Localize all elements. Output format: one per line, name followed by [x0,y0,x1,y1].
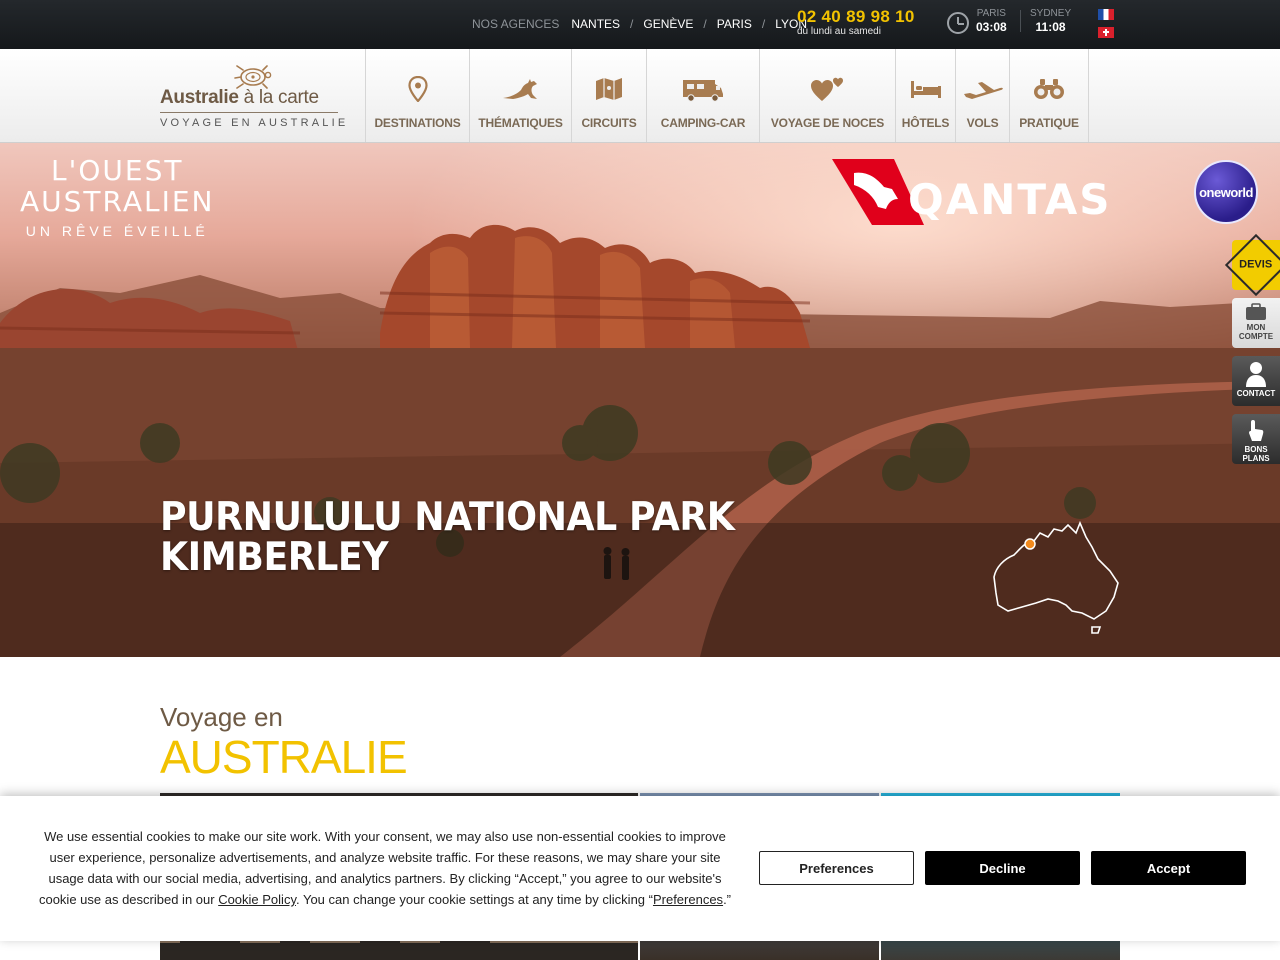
logo-brand-rest: à la carte [238,87,319,108]
nav-hotels[interactable]: HÔTELS [895,49,955,142]
flag-france-icon[interactable] [1098,9,1114,20]
nav-icon-wrap [501,71,541,107]
logo-brand-bold: Australie [160,87,239,108]
timezone-time: 03:08 [976,20,1007,34]
nav-icon-wrap [910,71,942,107]
flag-switzerland-icon[interactable] [1098,27,1114,38]
pointing-hand-icon [1249,420,1264,441]
timezone-city: PARIS [976,8,1006,19]
agency-link-paris[interactable]: PARIS [717,17,752,31]
divider [1020,10,1021,32]
promo-headline[interactable]: L'OUEST AUSTRALIEN UN RÊVE ÉVEILLÉ [20,154,215,240]
oneworld-logo: oneworld [1194,160,1258,224]
good-deals-tab[interactable]: BONS PLANS [1232,414,1280,464]
nav-destinations[interactable]: DESTINATIONS [365,49,469,142]
nav-circuits[interactable]: CIRCUITS [571,49,646,142]
promo-line-2: AUSTRALIEN [20,185,215,218]
nav-label: HÔTELS [901,116,950,130]
bons-plans-line-2: PLANS [1242,454,1270,463]
separator: / [703,17,707,31]
section-title-small: Voyage en [160,702,283,732]
airline-name: QANTAS [908,175,1112,224]
nav-label: PRATIQUE [1019,116,1079,130]
phone-number[interactable]: 02 40 89 98 10 [797,8,915,26]
kangaroo-icon [502,79,537,99]
section-title-big: AUSTRALIE [160,731,408,783]
clock-icon [947,12,969,34]
main-navigation: DESTINATIONS THÉMATIQUES CIRCUITS CAMPIN… [365,49,1089,142]
nav-icon-wrap [595,71,623,107]
cookie-text-part-2: . You can change your cookie settings at… [295,892,653,907]
airplane-icon [963,82,1003,99]
cookie-text-part-3: .” [723,892,732,907]
phone-block[interactable]: 02 40 89 98 10 du lundi au samedi [797,8,915,38]
timezone-sydney: SYDNEY 11:08 [1030,8,1071,34]
my-account-tab[interactable]: MON COMPTE [1232,298,1280,348]
nav-label: VOLS [966,116,999,130]
agencies-list: NOS AGENCES NANTES / GENÈVE / PARIS / LY… [472,17,807,31]
nav-icon-wrap [407,71,428,107]
cookie-preferences-button[interactable]: Preferences [759,851,914,885]
hearts-icon [810,77,843,101]
nav-label: CIRCUITS [581,116,637,130]
nav-vols[interactable]: VOLS [955,49,1009,142]
nav-pratique[interactable]: PRATIQUE [1009,49,1089,142]
bons-plans-line-1: BONS [1244,445,1268,454]
phone-hours: du lundi au samedi [797,26,881,37]
cookie-decline-button[interactable]: Decline [925,851,1080,885]
cookie-message: We use essential cookies to make our sit… [36,826,734,910]
map-pin-icon [407,76,428,102]
binoculars-icon [1034,79,1064,99]
main-header: Australie à la carte VOYAGE EN AUSTRALIE… [0,49,1280,143]
bed-icon [910,81,941,98]
nav-thematiques[interactable]: THÉMATIQUES [469,49,571,142]
folded-map-icon [596,78,622,100]
logo-underline [160,112,338,113]
briefcase-icon [1246,303,1266,320]
nav-label: VOYAGE DE NOCES [770,116,885,130]
cookie-consent-banner: We use essential cookies to make our sit… [0,796,1280,941]
quote-request-tab[interactable]: DEVIS [1224,233,1280,297]
account-label-line-1: MON [1246,323,1266,332]
logo-tagline: VOYAGE EN AUSTRALIE [160,117,349,129]
agency-link-nantes[interactable]: NANTES [571,17,620,31]
timezone-paris: PARIS 03:08 [976,8,1007,34]
caption-line-2: KIMBERLEY [160,535,389,580]
campervan-icon [683,80,723,102]
logo-wordmark: Australie à la carte [160,87,319,109]
agency-link-geneve[interactable]: GENÈVE [643,17,693,31]
nav-voyage-de-noces[interactable]: VOYAGE DE NOCES [759,49,895,142]
top-bar: NOS AGENCES NANTES / GENÈVE / PARIS / LY… [0,0,1280,49]
contact-label: CONTACT [1236,389,1276,398]
nav-label: CAMPING-CAR [660,116,746,130]
hero-banner[interactable]: L'OUEST AUSTRALIEN UN RÊVE ÉVEILLÉ QANTA… [0,143,1280,657]
person-icon [1246,362,1266,387]
contact-tab[interactable]: CONTACT [1232,356,1280,406]
cookie-accept-button[interactable]: Accept [1091,851,1246,885]
devis-diamond: DEVIS [1224,233,1280,297]
caption-line-1: PURNULULU NATIONAL PARK [160,495,735,540]
separator: / [630,17,634,31]
timezone-city: SYDNEY [1030,8,1072,19]
nav-label: THÉMATIQUES [478,116,563,130]
promo-line-3: UN RÊVE ÉVEILLÉ [25,223,209,239]
cookie-policy-link[interactable]: Cookie Policy [218,892,296,907]
australia-map-icon [993,520,1119,634]
nav-label: DESTINATIONS [374,116,461,130]
promo-line-1: L'OUEST [51,154,184,187]
agencies-label: NOS AGENCES [472,17,560,31]
devis-label: DEVIS [1239,258,1273,271]
account-label-line-2: COMPTE [1238,332,1274,341]
preferences-link[interactable]: Preferences [653,892,723,907]
nav-icon-wrap [810,71,846,107]
nav-camping-car[interactable]: CAMPING-CAR [646,49,759,142]
separator: / [761,17,766,31]
site-logo[interactable]: Australie à la carte VOYAGE EN AUSTRALIE [160,63,360,133]
nav-icon-wrap [681,71,725,107]
hero-caption: PURNULULU NATIONAL PARK KIMBERLEY [160,495,735,580]
nav-icon-wrap [1033,71,1065,107]
nav-icon-wrap [962,71,1004,107]
timezone-time: 11:08 [1035,20,1066,34]
